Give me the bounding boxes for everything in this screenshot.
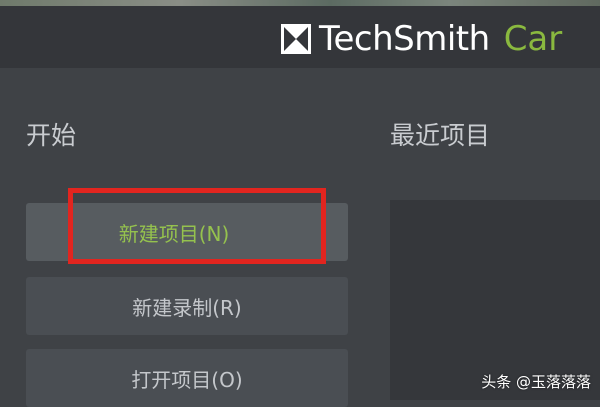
open-project-label: 打开项目(O) bbox=[131, 367, 243, 392]
techsmith-logo-icon bbox=[281, 24, 311, 54]
new-project-button[interactable]: 新建项目(N) bbox=[26, 203, 348, 261]
brand-product-name: Car bbox=[503, 19, 563, 59]
watermark-text: 头条 @玉落落落 bbox=[481, 373, 591, 391]
recent-projects-title: 最近项目 bbox=[390, 121, 491, 150]
new-recording-button[interactable]: 新建录制(R) bbox=[26, 277, 348, 335]
recent-projects-panel[interactable] bbox=[390, 200, 600, 400]
open-project-button[interactable]: 打开项目(O) bbox=[26, 349, 348, 407]
app-header: TechSmith Car bbox=[0, 6, 600, 68]
start-section-title: 开始 bbox=[26, 121, 77, 150]
new-recording-label: 新建录制(R) bbox=[132, 295, 242, 320]
brand-name: TechSmith bbox=[319, 19, 490, 59]
new-project-label: 新建项目(N) bbox=[118, 221, 230, 246]
brand: TechSmith Car bbox=[281, 19, 562, 59]
